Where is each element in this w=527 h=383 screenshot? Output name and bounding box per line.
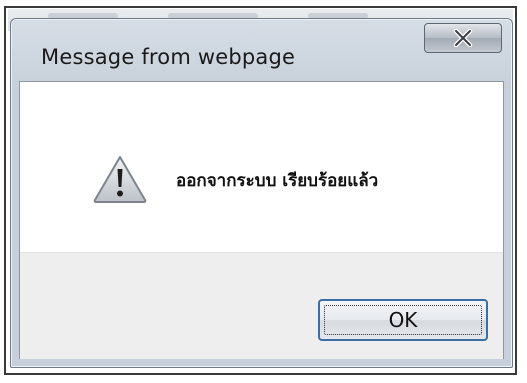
screenshot-canvas: Message from webpage ออกจากระบบ เรียบร้อ… bbox=[0, 0, 527, 383]
scan-frame-border bbox=[4, 6, 517, 375]
